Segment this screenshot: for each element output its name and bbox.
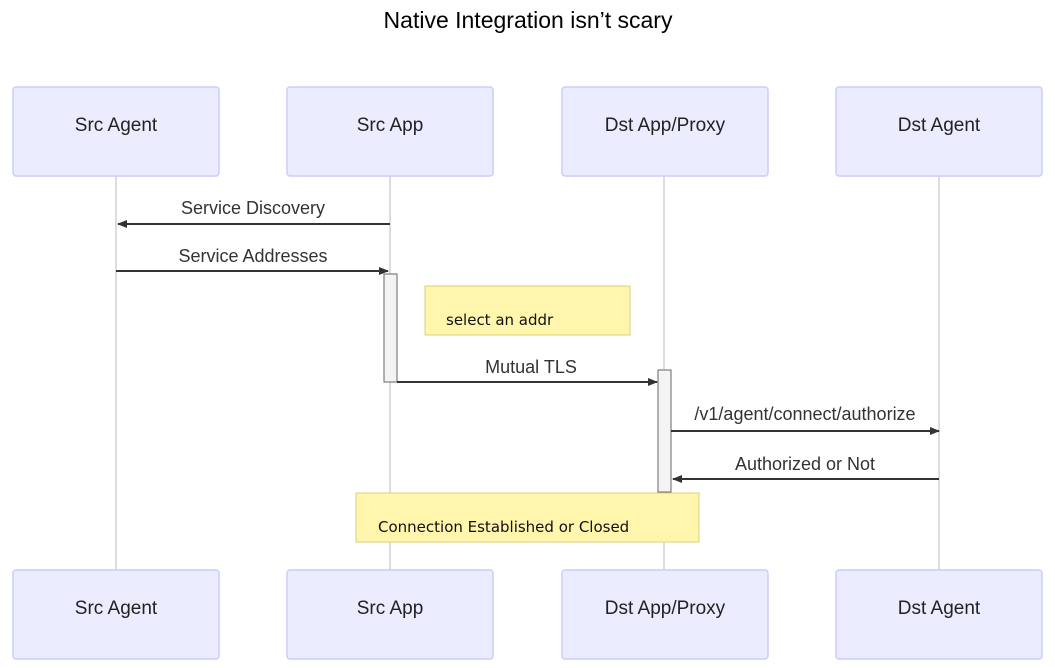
actor-label: Src App xyxy=(357,115,424,136)
actor-top-dst-app: Dst App/Proxy xyxy=(561,86,769,177)
actor-label: Dst App/Proxy xyxy=(605,598,726,619)
message-label: Authorized or Not xyxy=(735,454,875,474)
actor-label: Dst App/Proxy xyxy=(605,115,726,136)
message-label: Service Discovery xyxy=(181,198,325,218)
actor-top-dst-agent: Dst Agent xyxy=(835,86,1043,177)
actor-bottom-dst-agent: Dst Agent xyxy=(835,569,1043,660)
actor-label: Dst Agent xyxy=(898,598,981,619)
actor-bottom-dst-app: Dst App/Proxy xyxy=(561,569,769,660)
note-label: select an addr xyxy=(446,311,554,329)
note-label: Connection Established or Closed xyxy=(378,518,629,536)
activation-dst-app xyxy=(657,369,672,493)
actor-top-src-app: Src App xyxy=(286,86,494,177)
actor-bottom-src-agent: Src Agent xyxy=(12,569,220,660)
note-select-addr: select an addr xyxy=(424,285,631,336)
actor-label: Src Agent xyxy=(75,115,158,136)
message-label: Service Addresses xyxy=(178,246,327,266)
message-label: Mutual TLS xyxy=(485,357,577,377)
note-connection-status: Connection Established or Closed xyxy=(355,492,700,543)
message-label: /v1/agent/connect/authorize xyxy=(694,404,915,424)
actor-top-src-agent: Src Agent xyxy=(12,86,220,177)
actor-label: Src Agent xyxy=(75,598,158,619)
actor-bottom-src-app: Src App xyxy=(286,569,494,660)
sequence-diagram: Native Integration isn’t scary Src Agent… xyxy=(12,7,1043,660)
diagram-title: Native Integration isn’t scary xyxy=(384,7,673,33)
actor-label: Dst Agent xyxy=(898,115,981,136)
activation-src-app xyxy=(383,273,398,383)
actor-label: Src App xyxy=(357,598,424,619)
